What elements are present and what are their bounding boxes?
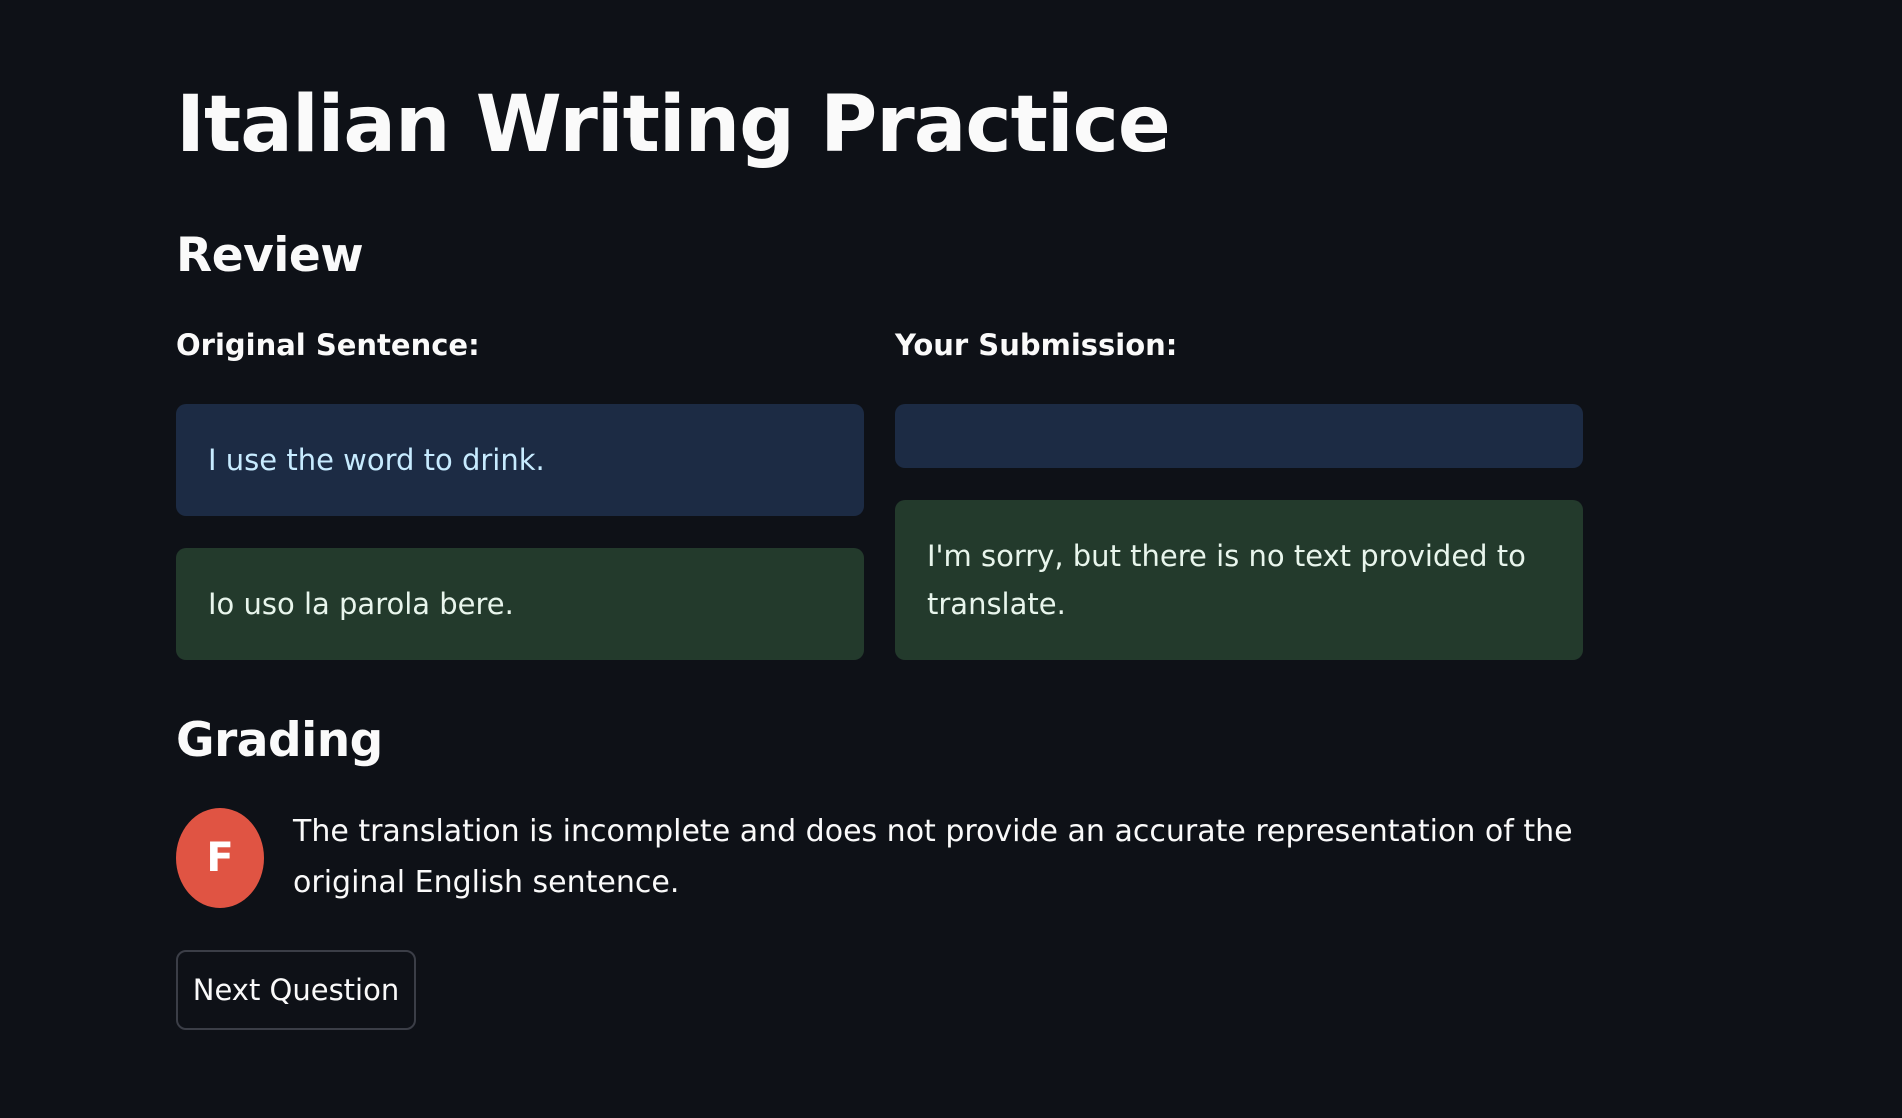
original-english-text: I use the word to drink. [208,443,545,477]
original-english-box: I use the word to drink. [176,404,864,516]
your-submission-label: Your Submission: [895,328,1178,362]
page-title: Italian Writing Practice [176,80,1171,170]
next-question-button[interactable]: Next Question [176,950,416,1030]
review-heading: Review [176,228,364,283]
grade-feedback: The translation is incomplete and does n… [293,814,1573,900]
original-italian-text: Io uso la parola bere. [208,587,514,621]
submission-text-box [895,404,1583,468]
grade-badge: F [176,808,264,908]
grading-heading: Grading [176,713,383,768]
original-sentence-label: Original Sentence: [176,328,480,362]
submission-translation-box: I'm sorry, but there is no text provided… [895,500,1583,660]
app-root: Italian Writing Practice Review Original… [0,0,1902,1118]
submission-translation-text: I'm sorry, but there is no text provided… [927,539,1526,621]
original-italian-box: Io uso la parola bere. [176,548,864,660]
